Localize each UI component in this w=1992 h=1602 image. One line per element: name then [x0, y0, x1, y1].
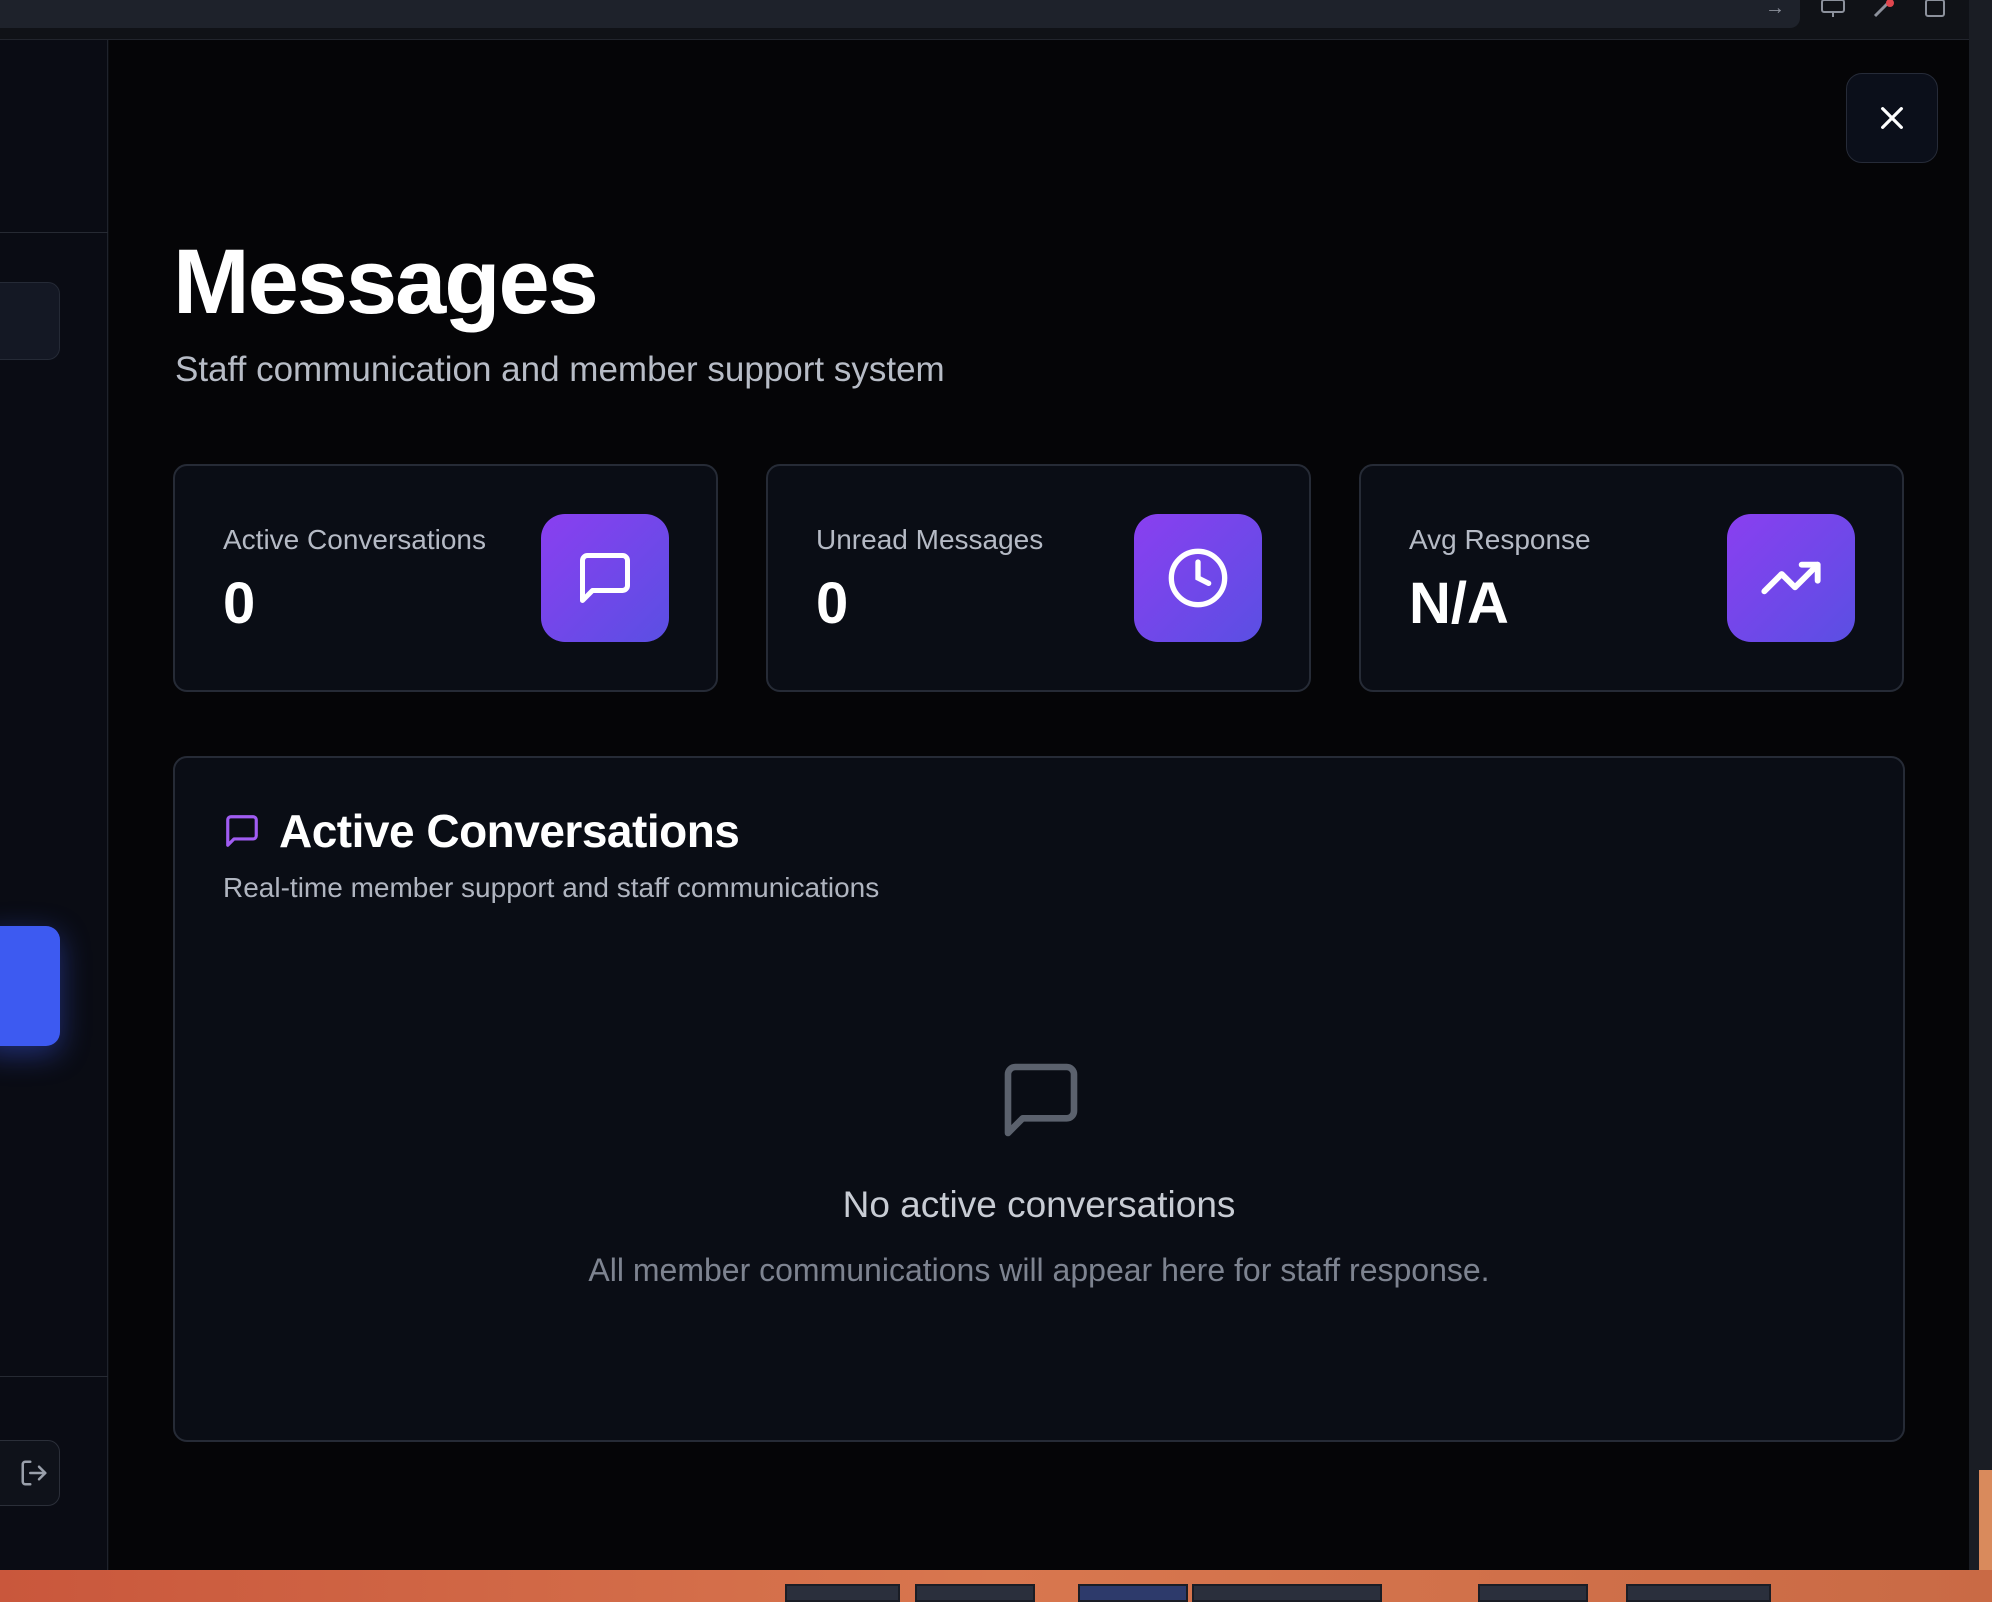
stat-card-active-conversations: Active Conversations 0: [173, 464, 718, 692]
page-subtitle: Staff communication and member support s…: [175, 350, 945, 389]
external-link-icon[interactable]: [1920, 0, 1950, 22]
empty-state-description: All member communications will appear he…: [588, 1252, 1490, 1288]
empty-state-title: No active conversations: [842, 1184, 1236, 1225]
close-icon: [1881, 107, 1903, 129]
window-thumbnail[interactable]: [1078, 1584, 1188, 1602]
stat-label: Active Conversations: [223, 524, 487, 555]
section-description: Real-time member support and staff commu…: [223, 872, 880, 903]
address-bar[interactable]: [0, 0, 1800, 28]
stat-icon-box: [541, 514, 669, 642]
stat-card-avg-response: Avg Response N/A: [1359, 464, 1904, 692]
arrow-right-icon[interactable]: →: [1760, 0, 1790, 22]
logout-button[interactable]: [0, 1440, 60, 1506]
monitor-icon[interactable]: [1818, 0, 1848, 22]
window-thumbnail[interactable]: [785, 1584, 900, 1602]
messages-panel: Messages Staff communication and member …: [109, 40, 1969, 1570]
section-heading: Active Conversations: [279, 805, 740, 857]
clock-icon: [1168, 548, 1228, 608]
active-conversations-panel: Active Conversations Real-time member su…: [173, 756, 1905, 1442]
window-thumbnail[interactable]: [915, 1584, 1035, 1602]
stat-value: 0: [816, 571, 849, 636]
stat-value: 0: [223, 571, 256, 636]
sidebar-divider: [0, 232, 108, 233]
sidebar-item-active[interactable]: [0, 926, 60, 1046]
wrench-icon[interactable]: [1870, 0, 1900, 22]
sidebar-divider: [0, 1376, 108, 1377]
browser-toolbar: →: [0, 0, 1980, 40]
trending-up-icon: [1761, 561, 1821, 595]
stat-icon-box: [1134, 514, 1262, 642]
sidebar: [0, 40, 108, 1570]
window-thumbnail[interactable]: [1626, 1584, 1771, 1602]
window-thumbnail[interactable]: [1192, 1584, 1382, 1602]
sidebar-search[interactable]: [0, 282, 60, 360]
logout-icon: [21, 1460, 47, 1486]
stat-label: Unread Messages: [816, 524, 1044, 555]
desktop-dock: [0, 1570, 1992, 1602]
close-button[interactable]: [1846, 73, 1938, 163]
page-title: Messages: [173, 231, 599, 333]
window-thumbnail[interactable]: [1478, 1584, 1588, 1602]
window-edge: [1969, 0, 1992, 1602]
stat-icon-box: [1727, 514, 1855, 642]
stat-label: Avg Response: [1409, 524, 1591, 555]
message-square-icon: [580, 553, 630, 603]
stat-card-unread-messages: Unread Messages 0: [766, 464, 1311, 692]
message-square-icon: [226, 815, 258, 847]
message-square-icon: [1004, 1063, 1078, 1137]
stat-value: N/A: [1409, 571, 1509, 636]
